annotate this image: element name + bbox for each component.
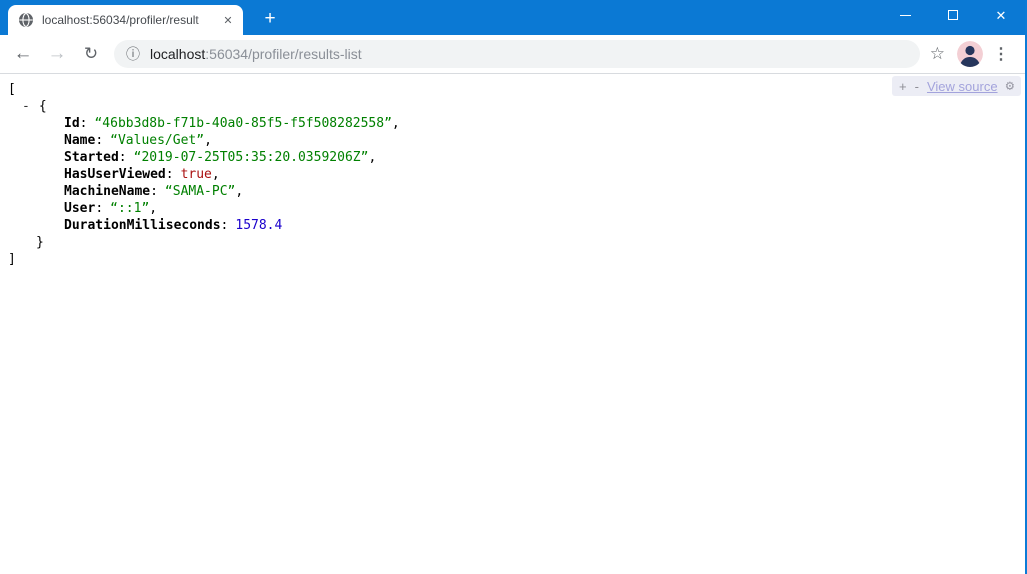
- navigation-toolbar: ← → ↻ ⓘ localhost:56034/profiler/results…: [0, 35, 1025, 74]
- maximize-icon: [948, 10, 958, 20]
- maximize-button[interactable]: [929, 0, 977, 30]
- expand-all-button[interactable]: +: [899, 79, 907, 94]
- close-button[interactable]: ✕: [977, 0, 1025, 30]
- json-value: true: [180, 167, 212, 182]
- json-value: 1578.4: [235, 218, 283, 233]
- collapse-toggle[interactable]: -: [22, 98, 30, 115]
- minimize-button[interactable]: [881, 0, 929, 30]
- url-path: :56034/profiler/results-list: [205, 46, 362, 62]
- json-entries: Id: “46bb3d8b-f71b-40a0-85f5-f5f508282558…: [8, 115, 1025, 234]
- json-key: Id: [64, 116, 80, 131]
- json-colon: :: [165, 167, 174, 182]
- browser-menu-icon[interactable]: ⋮: [993, 44, 1009, 64]
- new-tab-button[interactable]: +: [255, 7, 285, 31]
- json-value: “::1”: [110, 201, 150, 216]
- forward-button[interactable]: →: [42, 39, 72, 69]
- json-comma: ,: [204, 133, 212, 148]
- json-value: “Values/Get”: [110, 133, 205, 148]
- json-colon: :: [95, 133, 104, 148]
- json-entry: User: “::1”,: [8, 200, 1025, 217]
- jsonview-toolbar: + - View source ⚙: [892, 76, 1021, 96]
- json-entry: DurationMilliseconds: 1578.4: [8, 217, 1025, 234]
- url-text: localhost:56034/profiler/results-list: [150, 46, 362, 62]
- url-host: localhost: [150, 46, 206, 62]
- tab-close-icon[interactable]: ✕: [219, 11, 237, 29]
- json-key: Started: [64, 150, 119, 165]
- back-button[interactable]: ←: [8, 39, 38, 69]
- json-key: User: [64, 201, 96, 216]
- json-entry: MachineName: “SAMA-PC”,: [8, 183, 1025, 200]
- json-value: “SAMA-PC”: [164, 184, 236, 199]
- minimize-icon: [899, 14, 911, 16]
- bookmark-star-icon[interactable]: ☆: [930, 44, 945, 64]
- json-entry: HasUserViewed: true,: [8, 166, 1025, 183]
- title-bar: localhost:56034/profiler/result ✕ + ✕: [0, 0, 1025, 35]
- json-entry: Started: “2019-07-25T05:35:20.0359206Z”,: [8, 149, 1025, 166]
- address-bar[interactable]: ⓘ localhost:56034/profiler/results-list: [114, 40, 920, 68]
- profile-avatar[interactable]: [957, 41, 983, 67]
- json-comma: ,: [235, 184, 244, 199]
- json-value: “2019-07-25T05:35:20.0359206Z”: [133, 150, 369, 165]
- json-key: HasUserViewed: [64, 167, 166, 182]
- globe-icon: [18, 12, 34, 28]
- json-comma: ,: [391, 116, 400, 131]
- json-colon: :: [118, 150, 127, 165]
- browser-window: localhost:56034/profiler/result ✕ + ✕ ← …: [0, 0, 1027, 574]
- json-key: DurationMilliseconds: [64, 218, 221, 233]
- json-open-bracket: [: [8, 82, 16, 97]
- json-colon: :: [95, 201, 104, 216]
- json-object-open-line: -{: [8, 98, 1025, 115]
- json-key: MachineName: [64, 184, 151, 199]
- close-icon: ✕: [995, 7, 1007, 23]
- tab-title: localhost:56034/profiler/result: [42, 12, 219, 28]
- collapse-all-button[interactable]: -: [915, 79, 919, 94]
- json-colon: :: [220, 218, 229, 233]
- view-source-link[interactable]: View source: [927, 79, 998, 94]
- json-close-bracket: ]: [8, 252, 16, 267]
- json-entry: Name: “Values/Get”,: [8, 132, 1025, 149]
- json-value: “46bb3d8b-f71b-40a0-85f5-f5f508282558”: [94, 116, 392, 131]
- gear-icon[interactable]: ⚙: [1006, 78, 1014, 94]
- json-key: Name: [64, 133, 96, 148]
- browser-tab[interactable]: localhost:56034/profiler/result ✕: [8, 5, 243, 35]
- json-colon: :: [79, 116, 88, 131]
- json-colon: :: [150, 184, 158, 199]
- json-comma: ,: [368, 150, 377, 165]
- page-content: + - View source ⚙ [ -{ Id: “46bb3d8b-f71b…: [0, 74, 1025, 573]
- json-open-brace: {: [38, 99, 47, 114]
- json-comma: ,: [149, 201, 158, 216]
- reload-button[interactable]: ↻: [76, 39, 106, 69]
- json-entry: Id: “46bb3d8b-f71b-40a0-85f5-f5f508282558…: [8, 115, 1025, 132]
- page-info-icon[interactable]: ⓘ: [126, 44, 140, 64]
- window-controls: ✕: [881, 0, 1025, 30]
- json-comma: ,: [211, 167, 220, 182]
- json-close-brace: }: [36, 235, 44, 250]
